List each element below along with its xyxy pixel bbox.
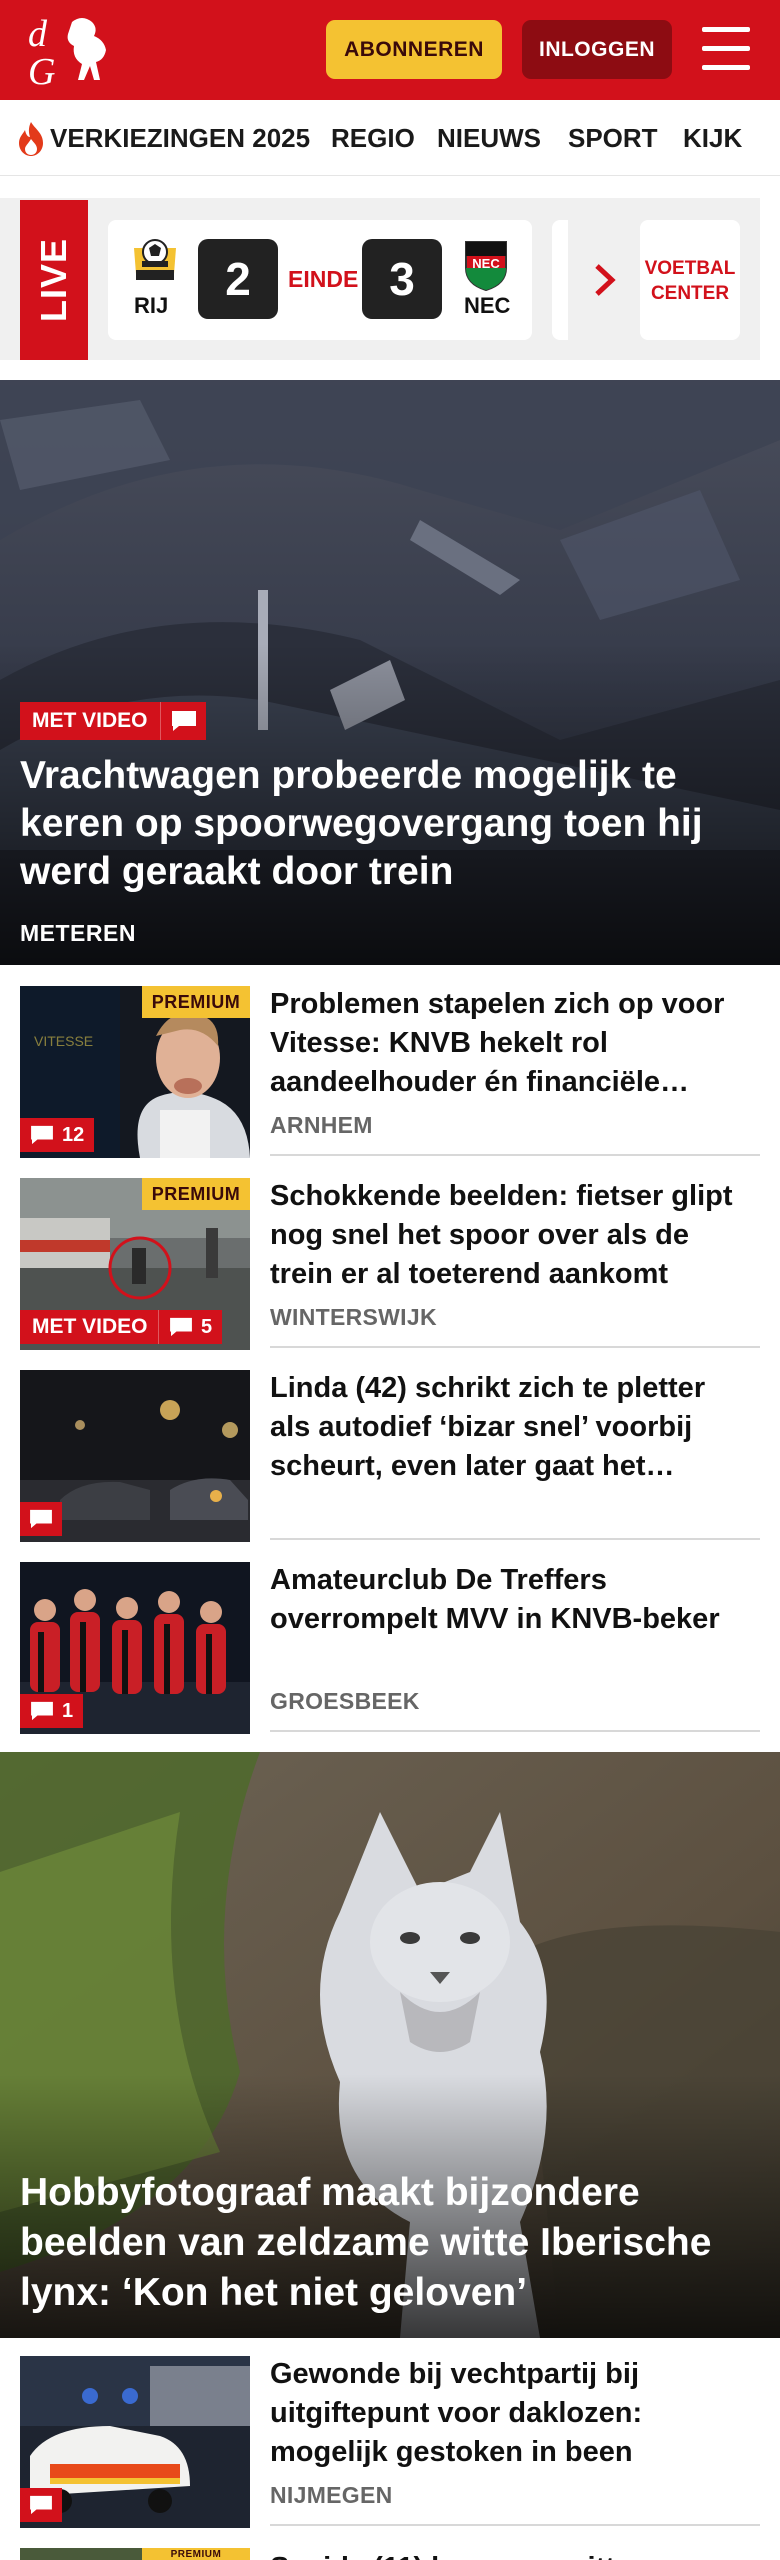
next-match-card[interactable]: [552, 220, 568, 340]
list-item[interactable]: Linda (42) schrikt zich te pletter als a…: [0, 1366, 780, 1558]
divider: [270, 1538, 760, 1540]
nav-item-kijk[interactable]: KIJK: [683, 123, 742, 154]
video-badge: MET VIDEO: [20, 1310, 160, 1344]
comment-icon: [170, 1317, 192, 1337]
svg-text:G: G: [28, 51, 55, 90]
hero-article-location: METEREN: [20, 920, 136, 946]
divider: [270, 1730, 760, 1732]
article-location: NIJMEGEN: [270, 2482, 393, 2508]
lynx-article-title[interactable]: Hobbyfotograaf maakt bijzondere beelden …: [20, 2168, 760, 2318]
article-title[interactable]: Schokkende beelden: fietser glipt nog sn…: [270, 1177, 750, 1294]
premium-badge: PREMIUM: [142, 1178, 250, 1210]
chevron-right-icon[interactable]: [590, 262, 620, 298]
article-title[interactable]: Linda (42) schrikt zich te pletter als a…: [270, 1369, 750, 1486]
article-title[interactable]: Gewonde bij vechtpartij bij uitgiftepunt…: [270, 2355, 750, 2472]
article-title[interactable]: Sanida (11) kan geen witte...: [270, 2549, 750, 2560]
video-badge: MET VIDEO: [20, 702, 160, 740]
section-nav: VERKIEZINGEN 2025 REGIO NIEUWS SPORT KIJ…: [0, 100, 780, 176]
list-item[interactable]: Gewonde bij vechtpartij bij uitgiftepunt…: [0, 2352, 780, 2544]
comment-badge: [20, 1502, 62, 1536]
rijnsburgse-boys-crest-icon: [134, 239, 176, 280]
comment-badge: [160, 702, 206, 740]
flame-icon: [19, 122, 43, 156]
nav-item-regio[interactable]: REGIO: [331, 123, 415, 154]
premium-badge: PREMIUM: [142, 986, 250, 1018]
comment-badge: [20, 2488, 62, 2522]
divider: [270, 1346, 760, 1348]
dg-logo-icon[interactable]: d G: [24, 10, 116, 90]
match-status: EINDE: [288, 266, 359, 292]
login-button[interactable]: INLOGGEN: [522, 20, 672, 79]
divider: [270, 1154, 760, 1156]
home-team-label: RIJ: [134, 293, 169, 318]
comment-count-badge: 1: [20, 1694, 84, 1728]
comment-icon: [31, 1701, 53, 1721]
away-score: 3: [362, 239, 442, 319]
premium-badge: PREMIUM: [142, 2548, 250, 2560]
svg-text:d: d: [28, 13, 48, 55]
hero-article-title[interactable]: Vrachtwagen probeerde mogelijk te keren …: [20, 752, 760, 896]
svg-text:VITESSE: VITESSE: [34, 1033, 93, 1049]
article-location: ARNHEM: [270, 1112, 373, 1138]
nav-item-nieuws[interactable]: NIEUWS: [437, 123, 541, 154]
comment-icon: [31, 1125, 53, 1145]
list-item[interactable]: Amateurclub De Treffers overrompelt MVV …: [0, 1558, 780, 1750]
nec-crest-icon: NEC: [465, 241, 507, 292]
comment-count-badge: 12: [20, 1118, 95, 1152]
list-item[interactable]: VITESSE PREMIUM Problemen stapelen zich …: [0, 982, 780, 1174]
site-header: d G ABONNEREN INLOGGEN: [0, 0, 780, 100]
divider: [270, 2524, 760, 2526]
comment-icon: [30, 1509, 52, 1529]
voetbal-center-label: VOETBAL CENTER: [644, 258, 736, 304]
comment-count-badge: 5: [158, 1310, 223, 1344]
live-tag: LIVE: [20, 200, 88, 360]
article-title[interactable]: Amateurclub De Treffers overrompelt MVV …: [270, 1561, 750, 1639]
nav-item-verkiezingen[interactable]: VERKIEZINGEN 2025: [50, 123, 310, 154]
nav-item-sport[interactable]: SPORT: [568, 123, 658, 154]
svg-text:NEC: NEC: [472, 256, 500, 271]
away-team-label: NEC: [464, 293, 511, 318]
comment-icon: [30, 2495, 52, 2515]
subscribe-button[interactable]: ABONNEREN: [326, 20, 502, 79]
home-score: 2: [198, 239, 278, 319]
hamburger-menu-icon[interactable]: [702, 27, 750, 71]
article-title[interactable]: Problemen stapelen zich op voor Vitesse:…: [270, 985, 750, 1102]
article-location: GROESBEEK: [270, 1688, 420, 1714]
comment-icon: [171, 711, 196, 731]
article-location: WINTERSWIJK: [270, 1304, 437, 1330]
